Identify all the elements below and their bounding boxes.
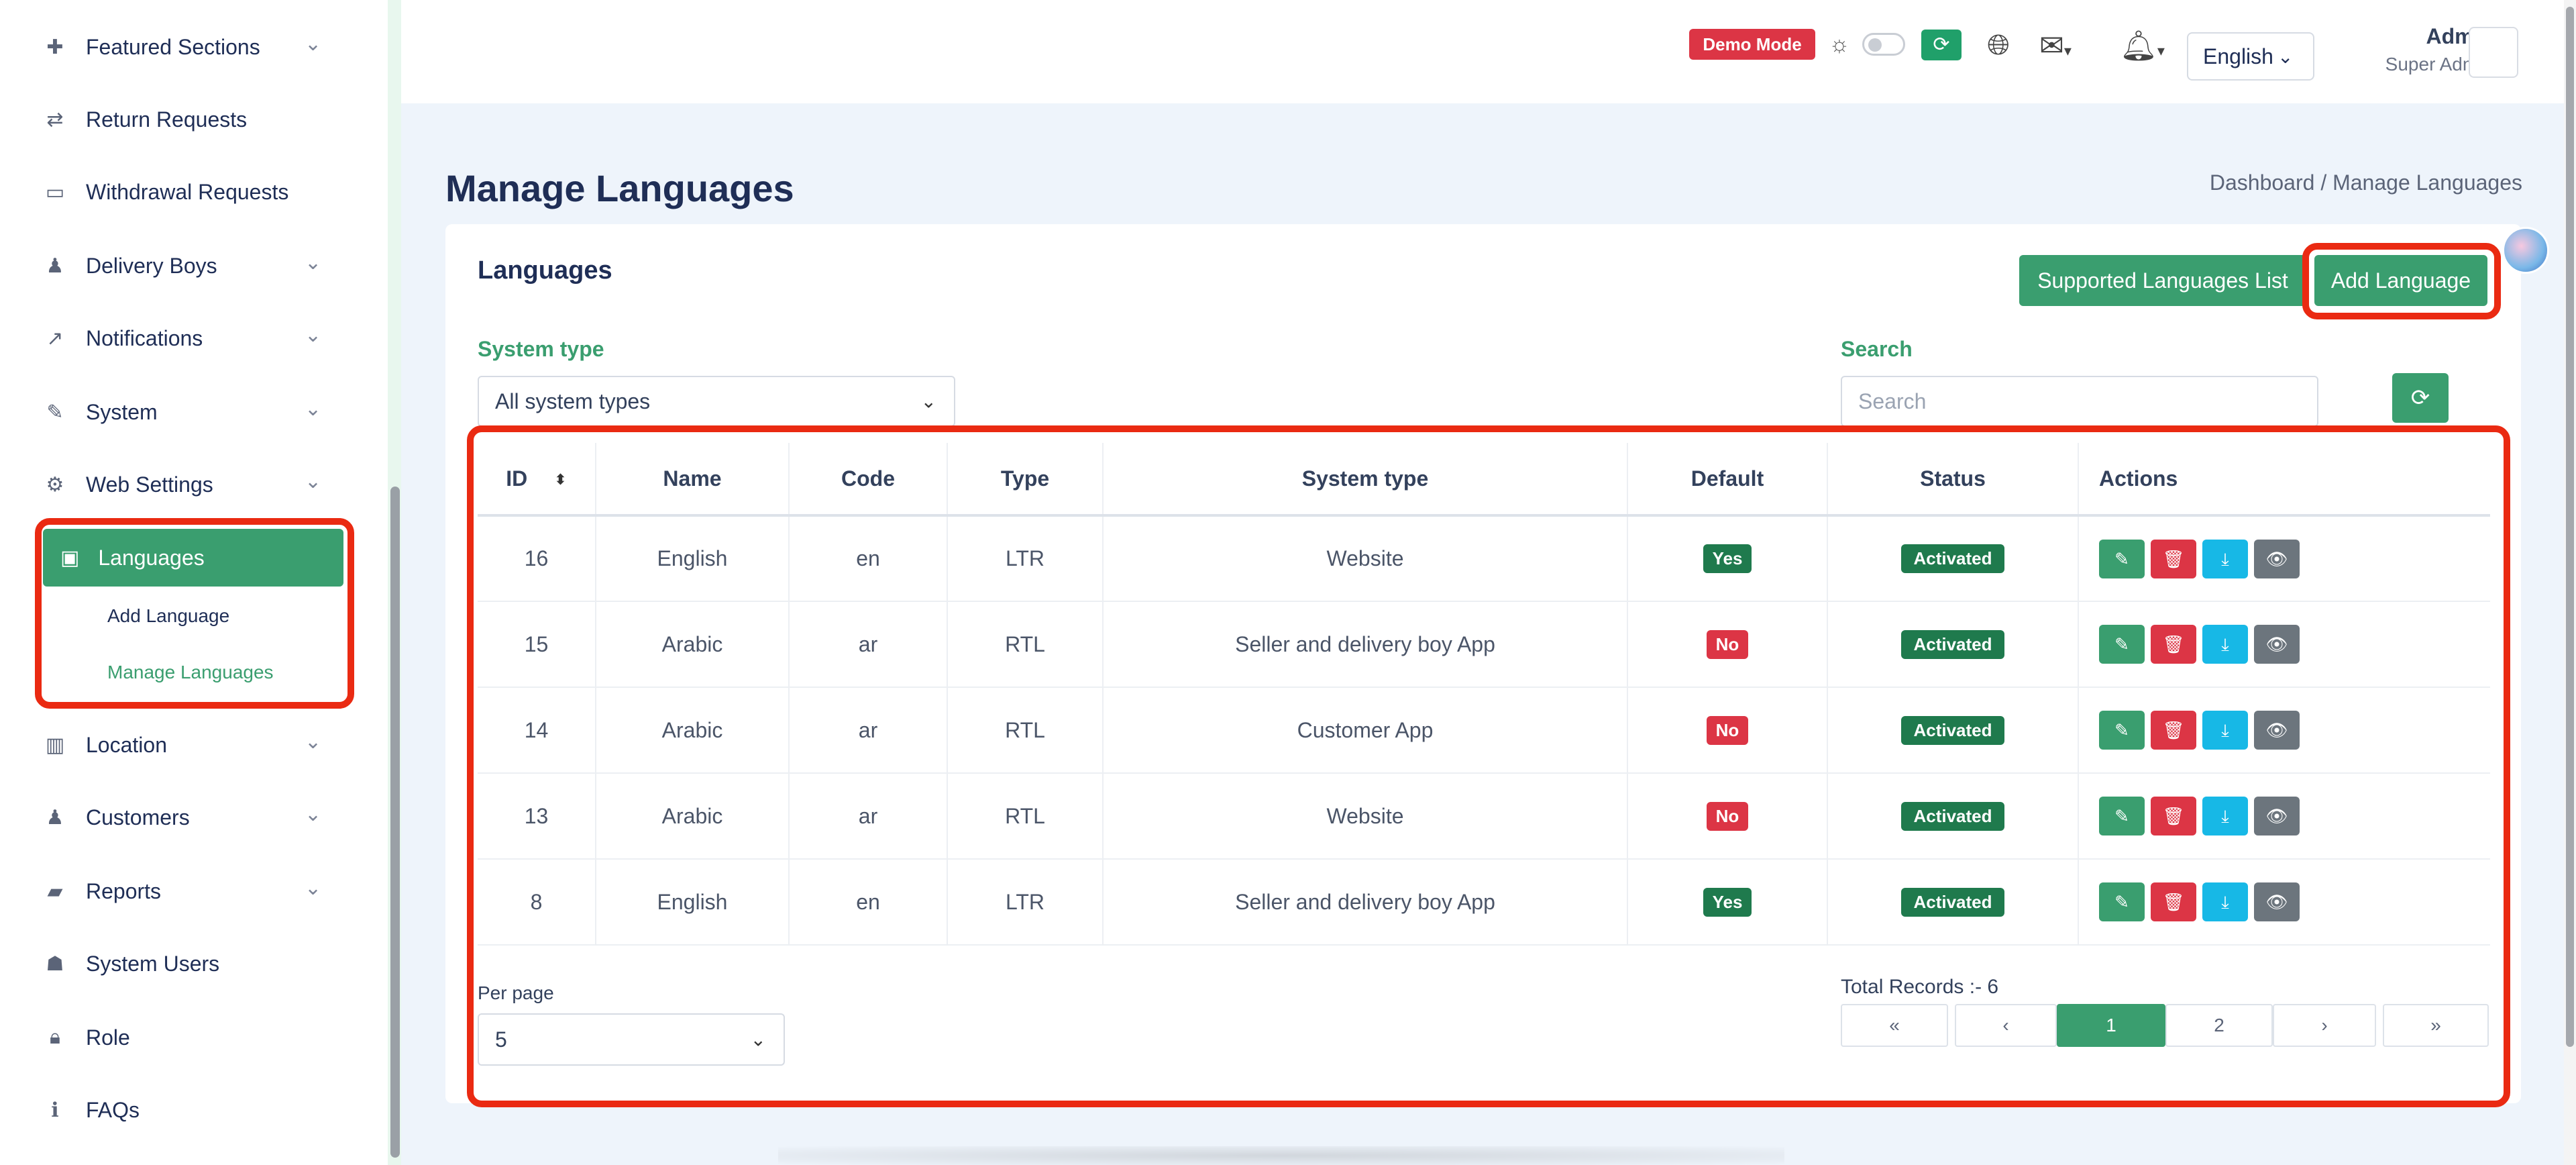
sidebar-item-withdrawal-requests[interactable]: ▭ Withdrawal Requests [40,172,335,212]
demo-mode-badge: Demo Mode [1689,29,1815,60]
map-icon: ▥ [45,733,65,756]
pager-page-2[interactable]: 2 [2165,1004,2273,1047]
sidebar-item-notifications[interactable]: ↗ Notifications ⌄ [40,318,335,358]
sidebar-item-label: System Users [86,951,220,976]
sidebar-item-return-requests[interactable]: ⇄ Return Requests [40,99,335,140]
system-type-select[interactable]: All system types ⌄ [478,376,955,427]
sidebar-item-label: Reports [86,878,162,903]
chevron-down-icon: ⌄ [305,731,322,753]
chevron-down-icon: ⌄ [920,391,936,412]
breadcrumb[interactable]: Dashboard / Manage Languages [2200,170,2522,195]
toggle-knob [1868,38,1882,52]
info-icon: ℹ [51,1099,59,1121]
gear-icon: ⚙ [46,473,64,496]
sidebar-scrollbar[interactable] [390,487,400,1158]
refresh-cache-button[interactable]: ⟳ [1921,30,1962,60]
wrench-icon: ✎ [46,401,64,423]
person-icon: ♟ [46,254,64,277]
sidebar-item-faqs[interactable]: ℹ FAQs [40,1090,335,1130]
sidebar-item-reports[interactable]: ▰ Reports ⌄ [40,871,335,911]
sidebar-item-label: Customers [86,805,190,829]
chevron-down-icon: ⌄ [305,470,322,493]
sidebar-item-featured-sections[interactable]: ✚ Featured Sections ⌄ [40,27,335,67]
avatar[interactable] [2469,27,2518,78]
per-page-value: 5 [495,1027,507,1052]
chevron-down-icon: ⌄ [305,803,322,825]
system-type-value: All system types [495,389,651,413]
return-icon: ⇄ [46,108,64,131]
pager-prev[interactable]: ‹ [1955,1004,2057,1047]
globe-icon[interactable]: 🌐︎ [1982,28,2015,62]
puzzle-icon: ✚ [46,36,64,58]
share-icon: ↗ [46,327,64,350]
sidebar-item-web-settings[interactable]: ⚙ Web Settings ⌄ [40,464,335,505]
pager-first[interactable]: « [1841,1004,1948,1047]
sidebar-item-label: System [86,399,158,424]
users-icon: ☗ [46,952,64,975]
sidebar-item-label: FAQs [86,1097,140,1122]
mail-icon[interactable]: ✉▾ [2039,30,2093,63]
sidebar-item-label: Location [86,732,167,757]
sidebar-item-label: Featured Sections [86,34,260,59]
sidebar-item-label: Withdrawal Requests [86,179,289,204]
search-label: Search [1841,337,1913,361]
chevron-down-icon: ⌄ [750,1029,766,1050]
page-scrollbar-thumb[interactable] [2566,7,2574,1047]
chevron-down-icon: ⌄ [305,398,322,420]
sidebar-item-system-users[interactable]: ☗ System Users [40,944,335,984]
language-value: English [2203,44,2273,68]
lock-icon: 🔒︎ [50,1026,60,1048]
chevron-down-icon: ⌄ [305,252,322,274]
sidebar-item-label: Notifications [86,325,203,350]
bottom-shadow [778,1146,1784,1165]
per-page-label: Per page [478,982,554,1003]
supported-languages-button[interactable]: Supported Languages List [2019,255,2306,306]
sidebar-item-label: Web Settings [86,472,213,497]
page-scrollbar[interactable] [2564,0,2576,1165]
chevron-down-icon: ⌄ [305,33,322,55]
language-dropdown[interactable]: English ⌄ [2187,32,2314,81]
table-refresh-button[interactable]: ⟳ [2392,373,2449,423]
sidebar-item-label: Role [86,1025,130,1050]
search-input[interactable]: Search [1841,376,2318,427]
folder-icon: ▰ [47,880,63,903]
page-title: Manage Languages [445,167,794,209]
highlight-box-add-language [2302,243,2501,319]
total-records: Total Records :- 6 [1841,976,1999,998]
per-page-select[interactable]: 5 ⌄ [478,1013,785,1066]
sidebar-item-system[interactable]: ✎ System ⌄ [40,392,335,432]
bell-icon[interactable]: 🔔︎▾ [2120,28,2174,64]
system-type-label: System type [478,337,604,361]
sidebar-item-role[interactable]: 🔒︎ Role [40,1017,335,1058]
chevron-down-icon: ⌄ [305,324,322,346]
highlight-box-languages-menu [35,518,354,709]
sidebar-item-label: Return Requests [86,107,248,132]
sidebar-item-customers[interactable]: ♟ Customers ⌄ [40,797,335,838]
sidebar-item-label: Delivery Boys [86,253,217,278]
sun-icon: ☼ [1829,32,1850,57]
card-icon: ▭ [45,181,65,203]
person-icon: ♟ [46,806,64,829]
sidebar-item-delivery-boys[interactable]: ♟ Delivery Boys ⌄ [40,246,335,286]
sidebar-item-location[interactable]: ▥ Location ⌄ [40,725,335,765]
pager-next[interactable]: › [2273,1004,2376,1047]
card-title: Languages [478,256,612,285]
chevron-down-icon: ⌄ [2277,46,2294,67]
theme-toggle[interactable] [1862,33,1905,56]
pager-last[interactable]: » [2383,1004,2489,1047]
pager-page-1[interactable]: 1 [2057,1004,2165,1047]
chevron-down-icon: ⌄ [305,877,322,899]
unicorn-avatar-icon[interactable] [2502,227,2549,274]
